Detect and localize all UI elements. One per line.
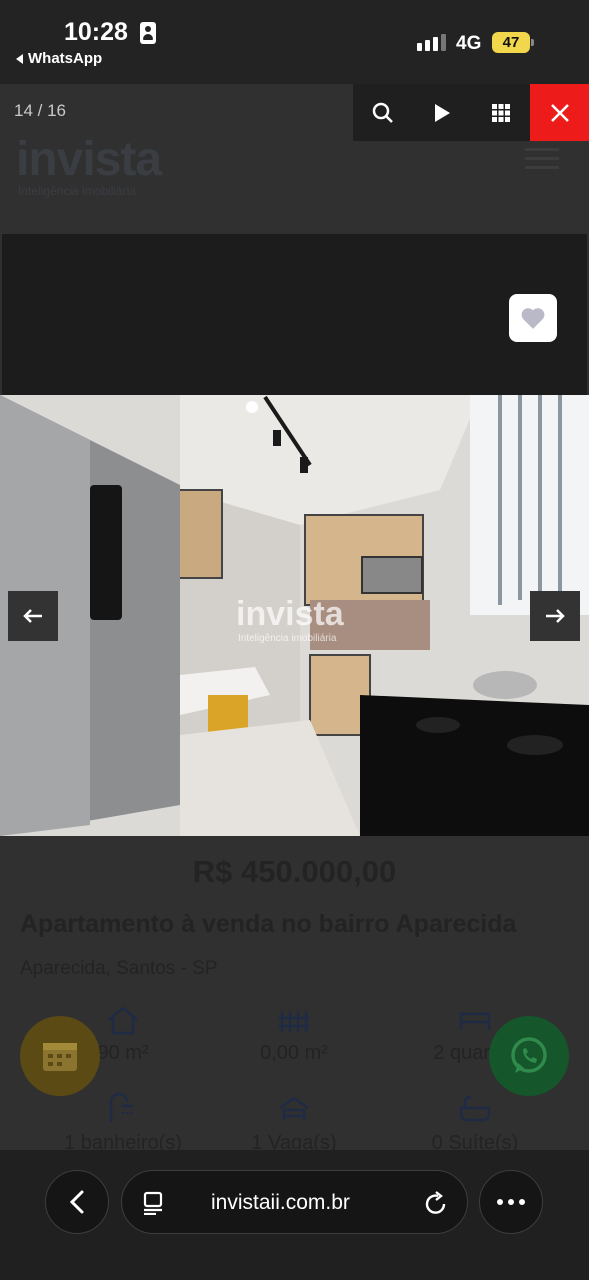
slideshow-button[interactable] [412,84,471,141]
more-dots-icon [497,1199,525,1205]
whatsapp-icon [511,1037,547,1073]
address-bar[interactable]: invistaii.com.br [121,1170,468,1234]
arrow-right-icon [546,609,565,623]
back-triangle-icon [16,53,23,64]
kitchen-photo: invista Inteligência imobiliária [0,395,589,836]
whatsapp-button[interactable] [489,1016,569,1096]
back-app-label: WhatsApp [28,50,103,67]
feature-parking-text: 1 Vaga(s) [251,1132,337,1150]
feature-land-area-text: 0,00 m² [260,1042,328,1064]
browser-toolbar: invistaii.com.br [0,1150,589,1280]
close-icon [550,103,569,122]
feature-suites-text: 0 Suíte(s) [431,1132,519,1150]
thumbnails-button[interactable] [471,84,530,141]
zoom-button[interactable] [353,84,412,141]
listing-image-strip [2,234,587,396]
close-gallery-button[interactable] [530,84,589,141]
heart-icon [521,308,545,329]
arrow-left-icon [23,609,42,623]
favorite-button[interactable] [509,294,557,342]
play-icon [434,103,450,122]
shower-icon [109,1092,133,1122]
site-logo-tagline: Inteligência imobiliária [18,184,137,198]
car-icon [279,1096,309,1120]
previous-photo-button[interactable] [8,591,58,641]
focus-person-icon [140,22,156,44]
bathtub-icon [459,1096,491,1122]
search-icon [372,102,393,123]
feature-land-area: 0,00 m² [199,1004,389,1065]
url-text: invistaii.com.br [211,1191,350,1214]
status-bar: 10:28 WhatsApp 4G 47 [0,0,589,84]
fence-area-icon [279,1012,309,1032]
house-area-icon [108,1006,138,1035]
feature-area-text: 90 m² [97,1042,149,1064]
site-logo: invista [16,133,162,186]
feature-parking: 1 Vaga(s) [199,1092,389,1150]
photo-watermark-sub: Inteligência imobiliária [238,633,337,644]
listing-location: Aparecida, Santos - SP [20,958,218,979]
schedule-visit-button[interactable] [20,1016,100,1096]
page-menu-icon [143,1191,163,1215]
feature-bathrooms-text: 1 banheiro(s) [64,1132,182,1150]
listing-title: Apartamento à venda no bairro Aparecida [20,910,517,938]
bed-icon [459,1012,491,1030]
gallery-toolbar [353,84,530,141]
reload-icon[interactable] [424,1190,448,1216]
feature-bathrooms: 1 banheiro(s) [28,1092,218,1150]
feature-suites: 0 Suíte(s) [380,1092,570,1150]
hamburger-menu-icon [525,148,559,170]
browser-back-button[interactable] [45,1170,109,1234]
browser-more-button[interactable] [479,1170,543,1234]
battery-tip [531,39,534,46]
signal-icon [417,34,446,51]
listing-price: R$ 450.000,00 [192,854,397,889]
clock: 10:28 [64,18,128,46]
photo-watermark: invista [236,595,345,633]
back-to-app-link[interactable]: WhatsApp [16,50,102,67]
grid-icon [491,103,510,122]
battery-icon: 47 [492,32,530,53]
network-type: 4G [456,33,482,54]
gallery-counter: 14 / 16 [14,101,66,120]
calendar-icon [43,1043,77,1071]
chevron-left-icon [70,1190,84,1214]
gallery-photo: invista Inteligência imobiliária [0,395,589,836]
next-photo-button[interactable] [530,591,580,641]
